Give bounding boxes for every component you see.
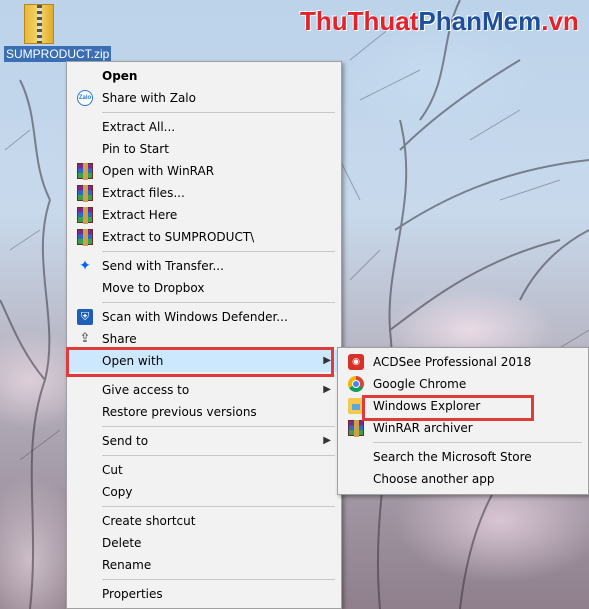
- menu-restore-versions[interactable]: Restore previous versions: [67, 401, 341, 423]
- menu-move-dropbox-label: Move to Dropbox: [102, 281, 205, 295]
- winrar-icon: [77, 163, 93, 180]
- menu-extract-files[interactable]: Extract files...: [67, 182, 341, 204]
- chevron-right-icon: ▶: [323, 435, 331, 446]
- menu-copy[interactable]: Copy: [67, 481, 341, 503]
- menu-delete-label: Delete: [102, 536, 142, 550]
- watermark-logo: ThuThuatPhanMem.vn: [300, 6, 579, 37]
- menu-properties[interactable]: Properties: [67, 583, 341, 605]
- menu-extract-to[interactable]: Extract to SUMPRODUCT\: [67, 226, 341, 248]
- menu-properties-label: Properties: [102, 587, 163, 601]
- menu-open-winrar[interactable]: Open with WinRAR: [67, 160, 341, 182]
- menu-separator: [102, 251, 335, 252]
- menu-send-transfer-label: Send with Transfer...: [102, 259, 224, 273]
- winrar-icon: [348, 420, 364, 437]
- menu-move-dropbox[interactable]: Move to Dropbox: [67, 277, 341, 299]
- menu-send-to[interactable]: Send to ▶: [67, 430, 341, 452]
- menu-rename[interactable]: Rename: [67, 554, 341, 576]
- context-menu: Open Zalo Share with Zalo Extract All... …: [66, 61, 342, 609]
- chrome-icon: [348, 376, 364, 392]
- menu-send-transfer[interactable]: ✦ Send with Transfer...: [67, 255, 341, 277]
- menu-create-shortcut-label: Create shortcut: [102, 514, 196, 528]
- menu-share-zalo[interactable]: Zalo Share with Zalo: [67, 87, 341, 109]
- menu-send-to-label: Send to: [102, 434, 149, 448]
- chevron-right-icon: ▶: [323, 384, 331, 395]
- menu-separator: [102, 302, 335, 303]
- watermark-part1: ThuThuat: [300, 6, 419, 36]
- winrar-icon: [77, 229, 93, 246]
- watermark-part3: .vn: [541, 6, 579, 36]
- windows-explorer-highlight-box: [362, 395, 534, 421]
- submenu-chrome[interactable]: Google Chrome: [338, 373, 588, 395]
- menu-give-access-label: Give access to: [102, 383, 190, 397]
- submenu-chrome-label: Google Chrome: [373, 377, 467, 391]
- menu-separator: [102, 455, 335, 456]
- dropbox-icon: ✦: [79, 258, 91, 274]
- menu-open-label: Open: [102, 69, 138, 83]
- desktop-file-label: SUMPRODUCT.zip: [4, 46, 112, 62]
- watermark-part2: PhanMem: [418, 6, 542, 36]
- menu-pin-start-label: Pin to Start: [102, 142, 169, 156]
- menu-extract-all[interactable]: Extract All...: [67, 116, 341, 138]
- menu-separator: [102, 579, 335, 580]
- menu-pin-start[interactable]: Pin to Start: [67, 138, 341, 160]
- menu-extract-here[interactable]: Extract Here: [67, 204, 341, 226]
- menu-cut[interactable]: Cut: [67, 459, 341, 481]
- submenu-separator: [373, 442, 582, 443]
- menu-restore-versions-label: Restore previous versions: [102, 405, 257, 419]
- menu-extract-here-label: Extract Here: [102, 208, 178, 222]
- menu-open[interactable]: Open: [67, 65, 341, 87]
- submenu-search-store[interactable]: Search the Microsoft Store: [338, 446, 588, 468]
- menu-cut-label: Cut: [102, 463, 123, 477]
- desktop-file-icon[interactable]: SUMPRODUCT.zip: [4, 2, 112, 62]
- zip-file-icon: [24, 4, 54, 44]
- winrar-icon: [77, 207, 93, 224]
- submenu-acdsee-label: ACDSee Professional 2018: [373, 355, 532, 369]
- zalo-icon: Zalo: [77, 90, 93, 106]
- menu-extract-to-label: Extract to SUMPRODUCT\: [102, 230, 255, 244]
- open-with-submenu: ◉ ACDSee Professional 2018 Google Chrome …: [337, 347, 589, 495]
- menu-extract-files-label: Extract files...: [102, 186, 185, 200]
- menu-separator: [102, 426, 335, 427]
- submenu-acdsee[interactable]: ◉ ACDSee Professional 2018: [338, 351, 588, 373]
- winrar-icon: [77, 185, 93, 202]
- submenu-search-store-label: Search the Microsoft Store: [373, 450, 532, 464]
- menu-share-label: Share: [102, 332, 137, 346]
- submenu-choose-app-label: Choose another app: [373, 472, 495, 486]
- menu-create-shortcut[interactable]: Create shortcut: [67, 510, 341, 532]
- open-with-highlight-box: [66, 347, 334, 377]
- menu-extract-all-label: Extract All...: [102, 120, 176, 134]
- submenu-choose-app[interactable]: Choose another app: [338, 468, 588, 490]
- share-icon: ⇪: [79, 331, 91, 346]
- menu-open-winrar-label: Open with WinRAR: [102, 164, 215, 178]
- menu-scan-defender-label: Scan with Windows Defender...: [102, 310, 288, 324]
- menu-share-zalo-label: Share with Zalo: [102, 91, 196, 105]
- acdsee-icon: ◉: [348, 354, 364, 370]
- menu-give-access[interactable]: Give access to ▶: [67, 379, 341, 401]
- menu-delete[interactable]: Delete: [67, 532, 341, 554]
- menu-separator: [102, 506, 335, 507]
- menu-rename-label: Rename: [102, 558, 152, 572]
- menu-separator: [102, 112, 335, 113]
- menu-scan-defender[interactable]: ⛨ Scan with Windows Defender...: [67, 306, 341, 328]
- submenu-winrar-label: WinRAR archiver: [373, 421, 473, 435]
- defender-shield-icon: ⛨: [77, 309, 93, 325]
- menu-copy-label: Copy: [102, 485, 133, 499]
